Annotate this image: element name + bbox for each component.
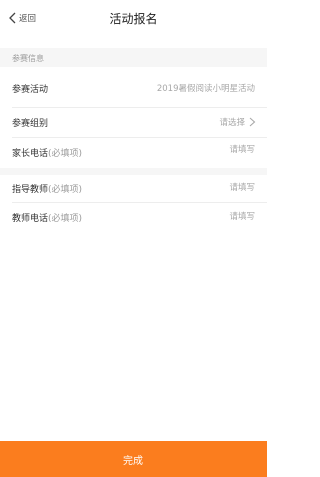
required-hint: (必填项) [48,214,83,224]
teacher-row[interactable]: 指导教师(必填项) 请填写 [0,175,267,202]
activity-row: 参赛活动 2019暑假阅读小明星活动 [0,67,267,107]
teacher-phone-input[interactable]: 请填写 [229,210,255,222]
section-header: 参赛信息 [0,48,267,67]
parent-phone-row[interactable]: 家长电话(必填项) 请填写 [0,138,267,168]
complete-button-label: 完成 [123,456,143,467]
section-gap [0,168,267,175]
teacher-label: 指导教师(必填项) [12,185,83,195]
teacher-input[interactable]: 请填写 [229,181,255,193]
chevron-right-icon [249,117,256,127]
complete-button[interactable]: 完成 [0,441,267,477]
activity-label: 参赛活动 [12,85,49,95]
activity-value: 2019暑假阅读小明星活动 [156,84,255,94]
group-label: 参赛组别 [12,119,49,129]
required-hint: (必填项) [48,149,83,159]
group-select-row[interactable]: 参赛组别 请选择 [0,108,267,137]
page-title: 活动报名 [109,12,158,26]
teacher-phone-label: 教师电话(必填项) [12,214,83,224]
parent-phone-input[interactable]: 请填写 [229,143,255,155]
parent-phone-label: 家长电话(必填项) [12,149,83,159]
teacher-phone-row[interactable]: 教师电话(必填项) 请填写 [0,203,267,231]
group-select-placeholder: 请选择 [219,118,245,128]
top-nav-bar: 返回 活动报名 [0,0,267,34]
required-hint: (必填项) [48,185,83,195]
section-title: 参赛信息 [12,54,44,63]
